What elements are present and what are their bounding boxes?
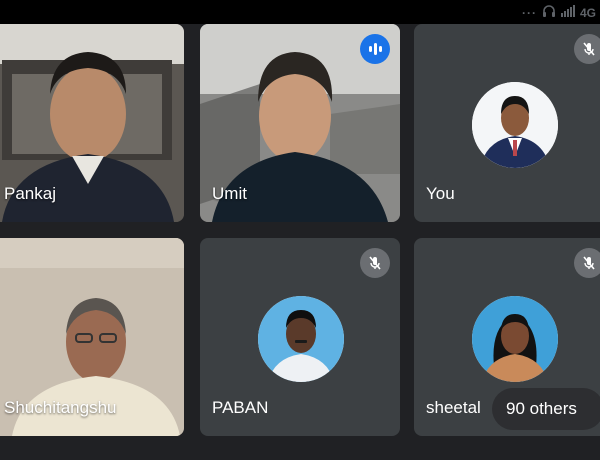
headset-icon <box>542 4 556 21</box>
more-participants-button[interactable]: 90 others <box>492 388 600 430</box>
avatar <box>472 82 558 168</box>
more-dots-icon: ··· <box>521 5 537 20</box>
avatar <box>472 296 558 382</box>
participant-name: You <box>426 184 455 203</box>
speaking-indicator-icon <box>360 34 390 64</box>
participant-tile-pankaj[interactable]: Pankaj <box>0 24 184 222</box>
participant-name: Umit <box>212 184 247 203</box>
participant-tile-shuchitangshu[interactable]: Shuchitangshu <box>0 238 184 436</box>
network-type: 4G <box>579 5 596 20</box>
participant-tile-you[interactable]: You <box>414 24 600 222</box>
status-icons: ··· 4G <box>522 4 596 21</box>
participant-name: sheetal <box>426 398 481 417</box>
others-count-label: 90 others <box>506 399 577 418</box>
mic-off-icon <box>574 248 600 278</box>
participant-name: Shuchitangshu <box>4 398 117 417</box>
avatar <box>258 296 344 382</box>
participant-tile-umit[interactable]: Umit <box>200 24 400 222</box>
participant-tile-paban[interactable]: PABAN <box>200 238 400 436</box>
status-bar: ··· 4G <box>0 0 600 24</box>
signal-icon <box>560 5 575 20</box>
participant-name: Pankaj <box>4 184 56 203</box>
mic-off-icon <box>574 34 600 64</box>
participant-name: PABAN <box>212 398 269 417</box>
mic-off-icon <box>360 248 390 278</box>
